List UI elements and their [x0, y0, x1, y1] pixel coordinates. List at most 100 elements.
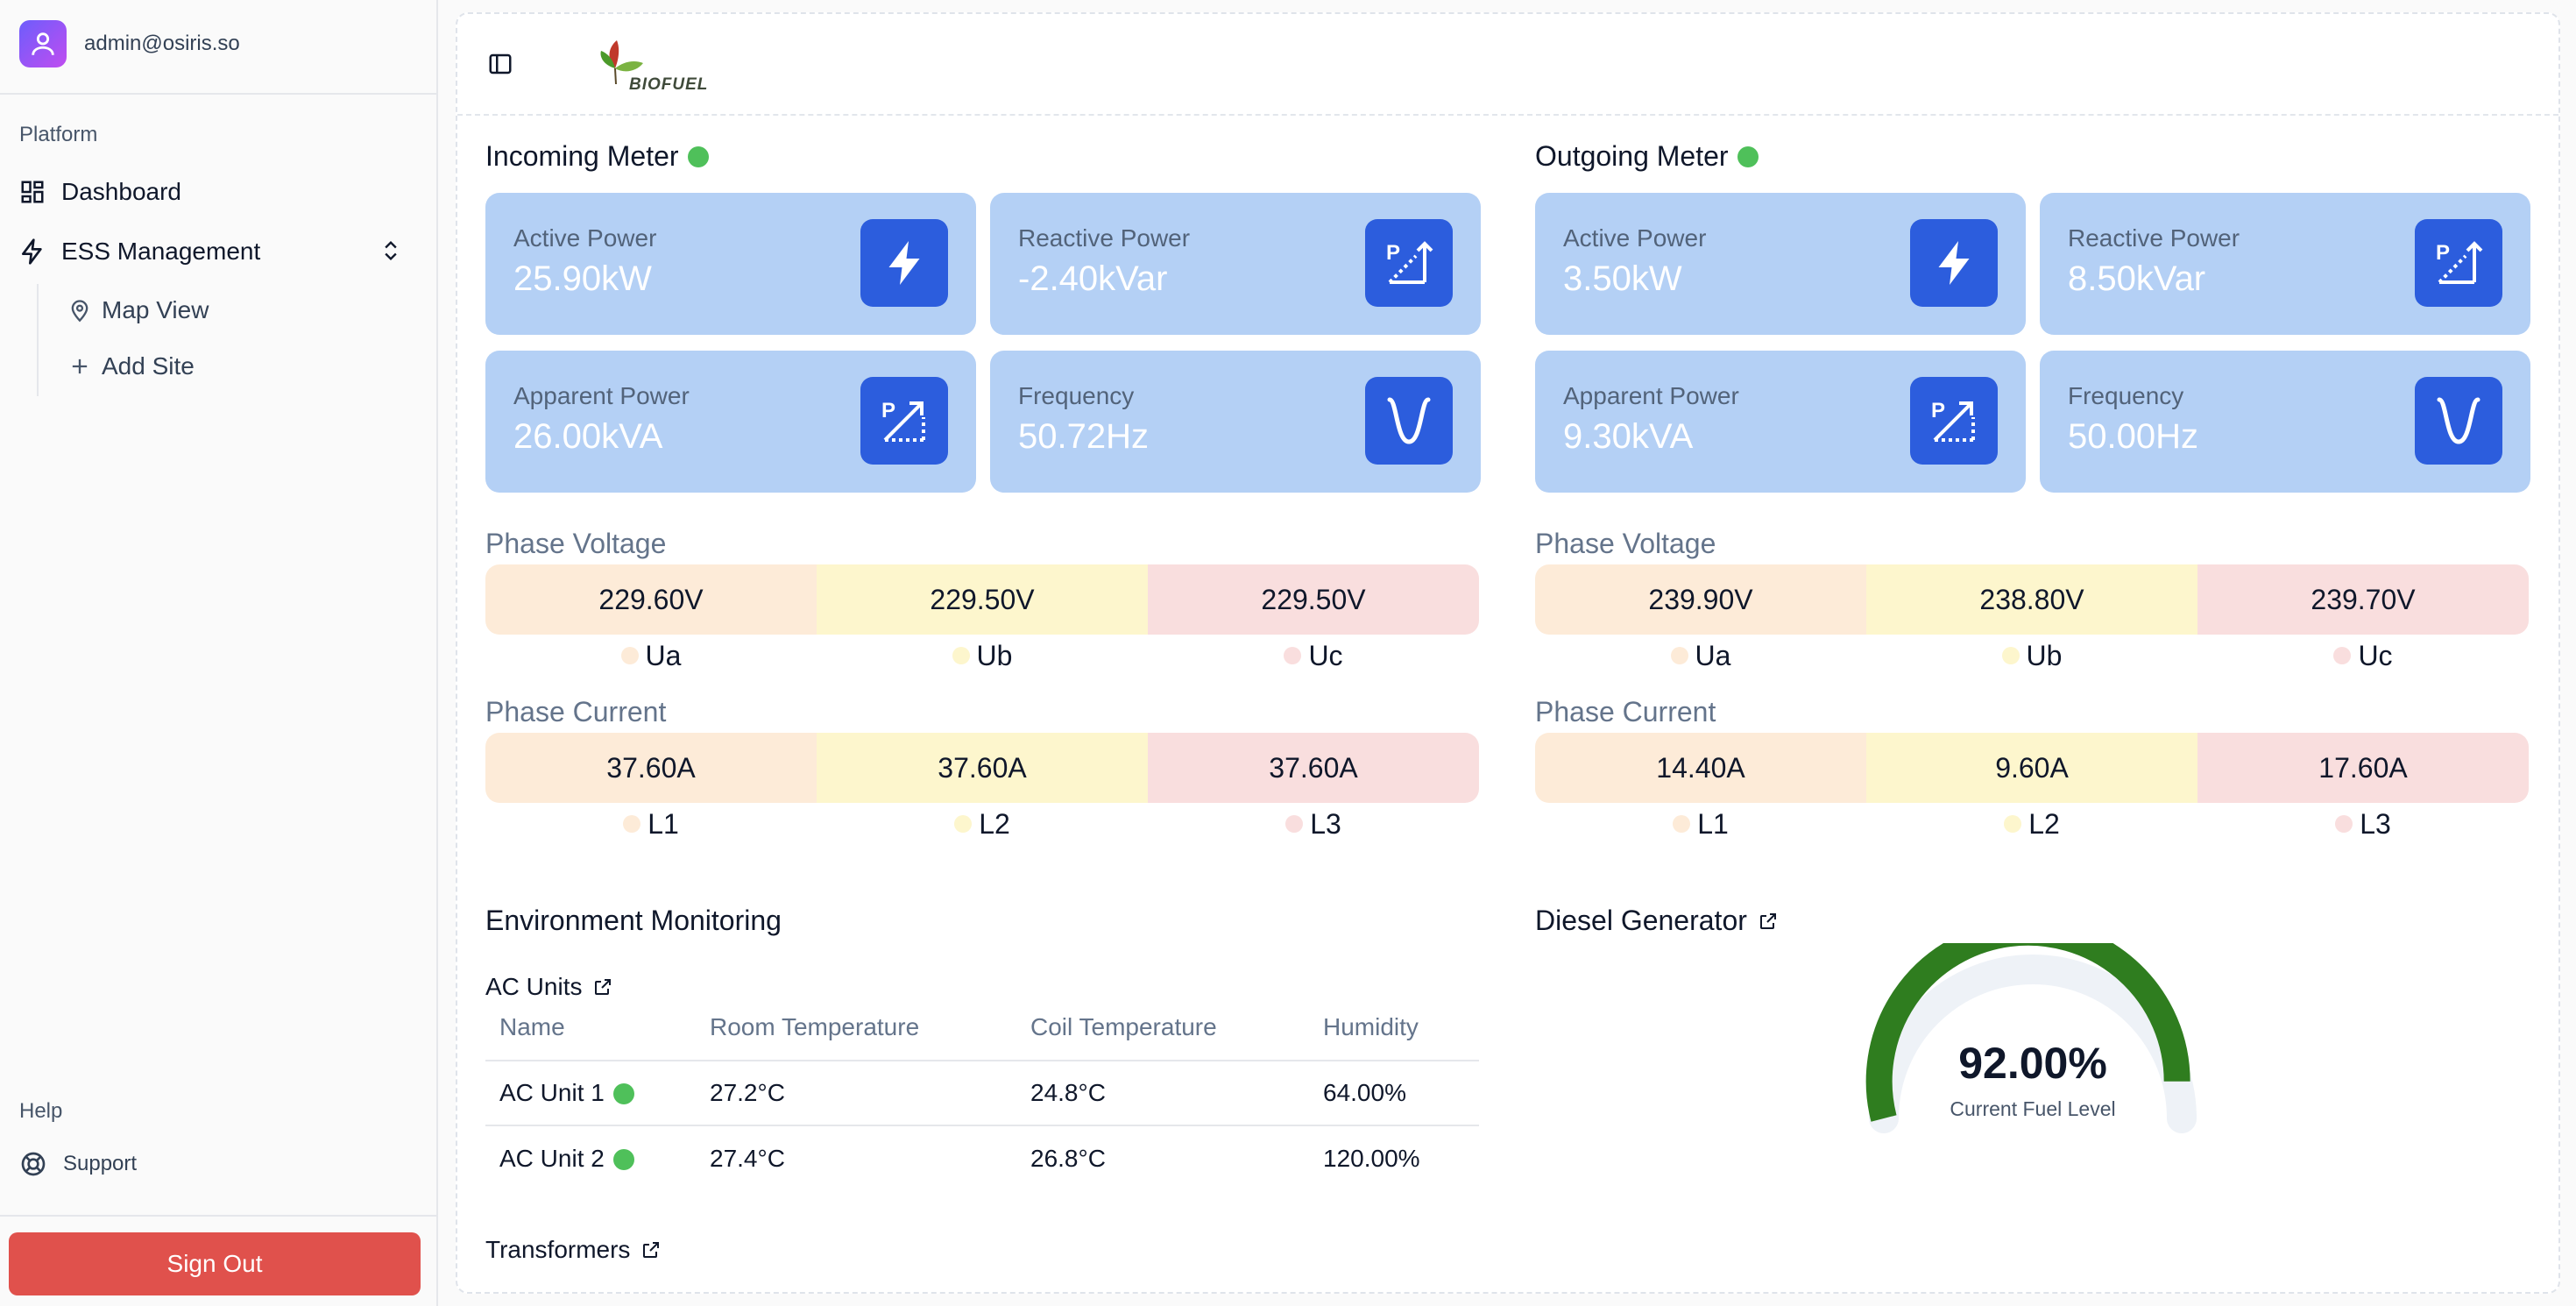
card-value: 26.00kVA	[513, 417, 663, 456]
table-cell: 24.8°C	[1016, 1061, 1309, 1126]
card-label: Active Power	[1563, 224, 1707, 252]
legend-label: Ub	[976, 639, 1013, 671]
section-title-text: Outgoing Meter	[1535, 140, 1729, 172]
incoming-phase-current-legend: L1 L2 L3	[485, 806, 1479, 841]
sidebar-item-support[interactable]: Support	[19, 1145, 137, 1183]
legend-label: Ua	[1695, 639, 1731, 671]
legend-dot	[954, 815, 973, 833]
phase-value-l2: 9.60A	[1866, 733, 2197, 803]
diesel-generator-title: Diesel Generator	[1535, 905, 1747, 936]
external-link-icon	[1758, 911, 1779, 932]
table-cell: AC Unit 1	[485, 1061, 696, 1126]
table-cell: 27.4°C	[710, 1144, 785, 1172]
fuel-level-label: Current Fuel Level	[1950, 1097, 2116, 1120]
incoming-phase-voltage-bar: 229.60V 229.50V 229.50V	[485, 564, 1479, 635]
legend-item: L3	[2197, 806, 2529, 841]
legend-dot	[952, 647, 970, 664]
transformers-link[interactable]: Transformers	[485, 1236, 662, 1264]
legend-dot	[2001, 647, 2020, 664]
sidebar-item-label: ESS Management	[61, 238, 261, 265]
sidebar-toggle-button[interactable]	[485, 49, 515, 79]
sidebar-item-dashboard[interactable]: Dashboard	[18, 168, 410, 216]
panel-left-icon	[489, 53, 512, 75]
card-label: Active Power	[513, 224, 657, 252]
table-cell: 26.8°C	[1030, 1144, 1106, 1172]
map-pin-icon	[67, 297, 93, 323]
phase-value-l3: 37.60A	[1148, 733, 1479, 803]
incoming-active-power-card: Active Power 25.90kW	[485, 193, 976, 335]
diesel-generator-link[interactable]: Diesel Generator	[1535, 905, 1779, 937]
table-cell: 120.00%	[1323, 1144, 1420, 1172]
ac-unit-name: AC Unit 2	[499, 1144, 605, 1172]
table-row: AC Unit 2 27.4°C 26.8°C 120.00%	[485, 1125, 1479, 1190]
legend-item: Ua	[485, 638, 817, 673]
phase-value-uc: 229.50V	[1148, 564, 1479, 635]
legend-label: L2	[979, 807, 1010, 840]
legend-label: Uc	[2358, 639, 2393, 671]
legend-item: Uc	[1148, 638, 1479, 673]
phase-value-l3: 17.60A	[2197, 733, 2529, 803]
sidebar-item-ess-management[interactable]: ESS Management	[18, 228, 410, 275]
legend-dot	[620, 647, 639, 664]
sidebar-item-add-site[interactable]: Add Site	[67, 345, 195, 387]
sidebar: admin@osiris.so Platform Dashboard ESS M…	[0, 0, 438, 1306]
sidebar-item-label: Map View	[102, 296, 209, 323]
user-icon	[32, 32, 54, 55]
sidebar-item-map-view[interactable]: Map View	[67, 289, 209, 331]
card-value: -2.40kVar	[1018, 259, 1168, 298]
plus-icon	[67, 353, 93, 380]
card-label: Apparent Power	[1563, 382, 1739, 409]
reactive-power-icon: P	[1365, 219, 1453, 307]
legend-dot	[2335, 815, 2353, 833]
card-value: 50.00Hz	[2068, 417, 2198, 456]
svg-text:P: P	[881, 399, 895, 422]
outgoing-frequency-card: Frequency 50.00Hz	[2040, 351, 2530, 493]
card-value: 8.50kVar	[2068, 259, 2206, 298]
incoming-reactive-power-card: Reactive Power -2.40kVar P	[990, 193, 1481, 335]
table-row: AC Unit 1 27.2°C 24.8°C 64.00%	[485, 1061, 1479, 1126]
frequency-icon	[1365, 377, 1453, 465]
legend-item: Ub	[1866, 638, 2197, 673]
legend-dot	[2004, 815, 2022, 833]
svg-text:P: P	[1386, 241, 1400, 265]
logo-text: BIOFUEL	[629, 75, 709, 94]
apparent-power-icon: P	[860, 377, 948, 465]
legend-item: Ub	[817, 638, 1148, 673]
reactive-power-icon: P	[2415, 219, 2502, 307]
zap-icon	[18, 237, 47, 266]
outgoing-phase-current-bar: 14.40A 9.60A 17.60A	[1535, 733, 2529, 803]
frequency-icon	[2415, 377, 2502, 465]
transformers-title: Transformers	[485, 1236, 631, 1263]
incoming-phase-current-bar: 37.60A 37.60A 37.60A	[485, 733, 1479, 803]
table-cell: 64.00%	[1309, 1061, 1479, 1126]
legend-item: L1	[485, 806, 817, 841]
svg-text:P: P	[2436, 241, 2450, 265]
incoming-apparent-power-card: Apparent Power 26.00kVA P	[485, 351, 976, 493]
outgoing-phase-voltage-legend: Ua Ub Uc	[1535, 638, 2529, 673]
sign-out-button[interactable]: Sign Out	[9, 1232, 421, 1295]
outgoing-meter-title: Outgoing Meter	[1535, 140, 1759, 173]
table-cell: 27.2°C	[696, 1061, 1016, 1126]
outgoing-phase-current-legend: L1 L2 L3	[1535, 806, 2529, 841]
legend-dot	[623, 815, 641, 833]
sidebar-item-label: Add Site	[102, 352, 195, 380]
column-header: Coil Temperature	[1016, 994, 1309, 1061]
status-dot	[612, 1148, 634, 1170]
column-header: Room Temperature	[696, 994, 1016, 1061]
ac-units-table: Name Room Temperature Coil Temperature H…	[485, 994, 1479, 1190]
phase-value-l2: 37.60A	[817, 733, 1148, 803]
legend-dot	[1673, 815, 1691, 833]
lightning-icon	[1910, 219, 1998, 307]
legend-label: L2	[2028, 807, 2060, 840]
user-menu[interactable]: admin@osiris.so	[19, 19, 240, 68]
outgoing-phase-voltage-title: Phase Voltage	[1535, 528, 1716, 559]
incoming-phase-voltage-legend: Ua Ub Uc	[485, 638, 1479, 673]
user-email: admin@osiris.so	[84, 32, 240, 55]
outgoing-apparent-power-card: Apparent Power 9.30kVA P	[1535, 351, 2026, 493]
card-value: 9.30kVA	[1563, 417, 1694, 456]
chevrons-up-down-icon[interactable]	[379, 238, 403, 269]
submenu-line	[37, 284, 39, 396]
legend-label: Ua	[645, 639, 682, 671]
phase-value-uc: 239.70V	[2197, 564, 2529, 635]
table-header-row: Name Room Temperature Coil Temperature H…	[485, 994, 1479, 1061]
